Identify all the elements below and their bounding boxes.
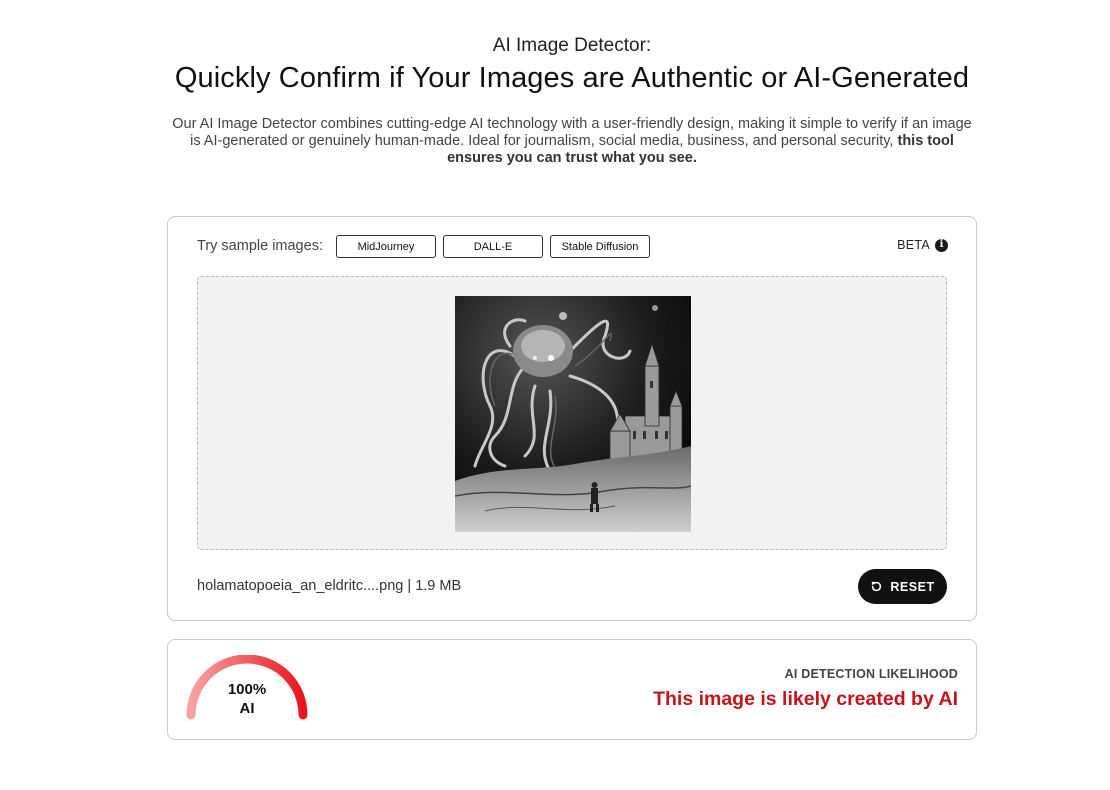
- beta-label: BETA: [897, 238, 930, 252]
- eldritch-artwork-image: [455, 296, 691, 532]
- sample-images-label: Try sample images:: [197, 238, 323, 254]
- sample-midjourney-button[interactable]: MidJourney: [336, 235, 436, 258]
- reset-icon: [872, 581, 882, 592]
- file-info: holamatopoeia_an_eldritc....png | 1.9 MB: [197, 578, 462, 594]
- uploaded-image-preview: [455, 296, 691, 532]
- likelihood-label: AI DETECTION LIKELIHOOD: [784, 667, 958, 681]
- gauge-kind: AI: [239, 700, 255, 717]
- reset-label: RESET: [890, 579, 935, 594]
- sample-dalle-button[interactable]: DALL-E: [443, 235, 543, 258]
- reset-button[interactable]: RESET: [858, 569, 947, 604]
- sample-stable-diffusion-button[interactable]: Stable Diffusion: [550, 235, 650, 258]
- verdict-text: This image is likely created by AI: [653, 688, 958, 710]
- description-text: Our AI Image Detector combines cutting-e…: [172, 116, 972, 149]
- image-dropzone[interactable]: [197, 276, 947, 550]
- result-card: 100% AI AI DETECTION LIKELIHOOD This ima…: [167, 639, 977, 740]
- gauge-percent: 100%: [227, 681, 267, 698]
- page-title: Quickly Confirm if Your Images are Authe…: [174, 62, 970, 94]
- info-icon[interactable]: i: [935, 238, 948, 252]
- upload-card: Try sample images: MidJourney DALL-E Sta…: [167, 216, 977, 621]
- page-subtitle: AI Image Detector:: [492, 35, 652, 56]
- page-description: Our AI Image Detector combines cutting-e…: [172, 116, 972, 167]
- beta-badge: BETA i: [897, 238, 948, 252]
- gauge-readout: 100% AI: [185, 680, 309, 718]
